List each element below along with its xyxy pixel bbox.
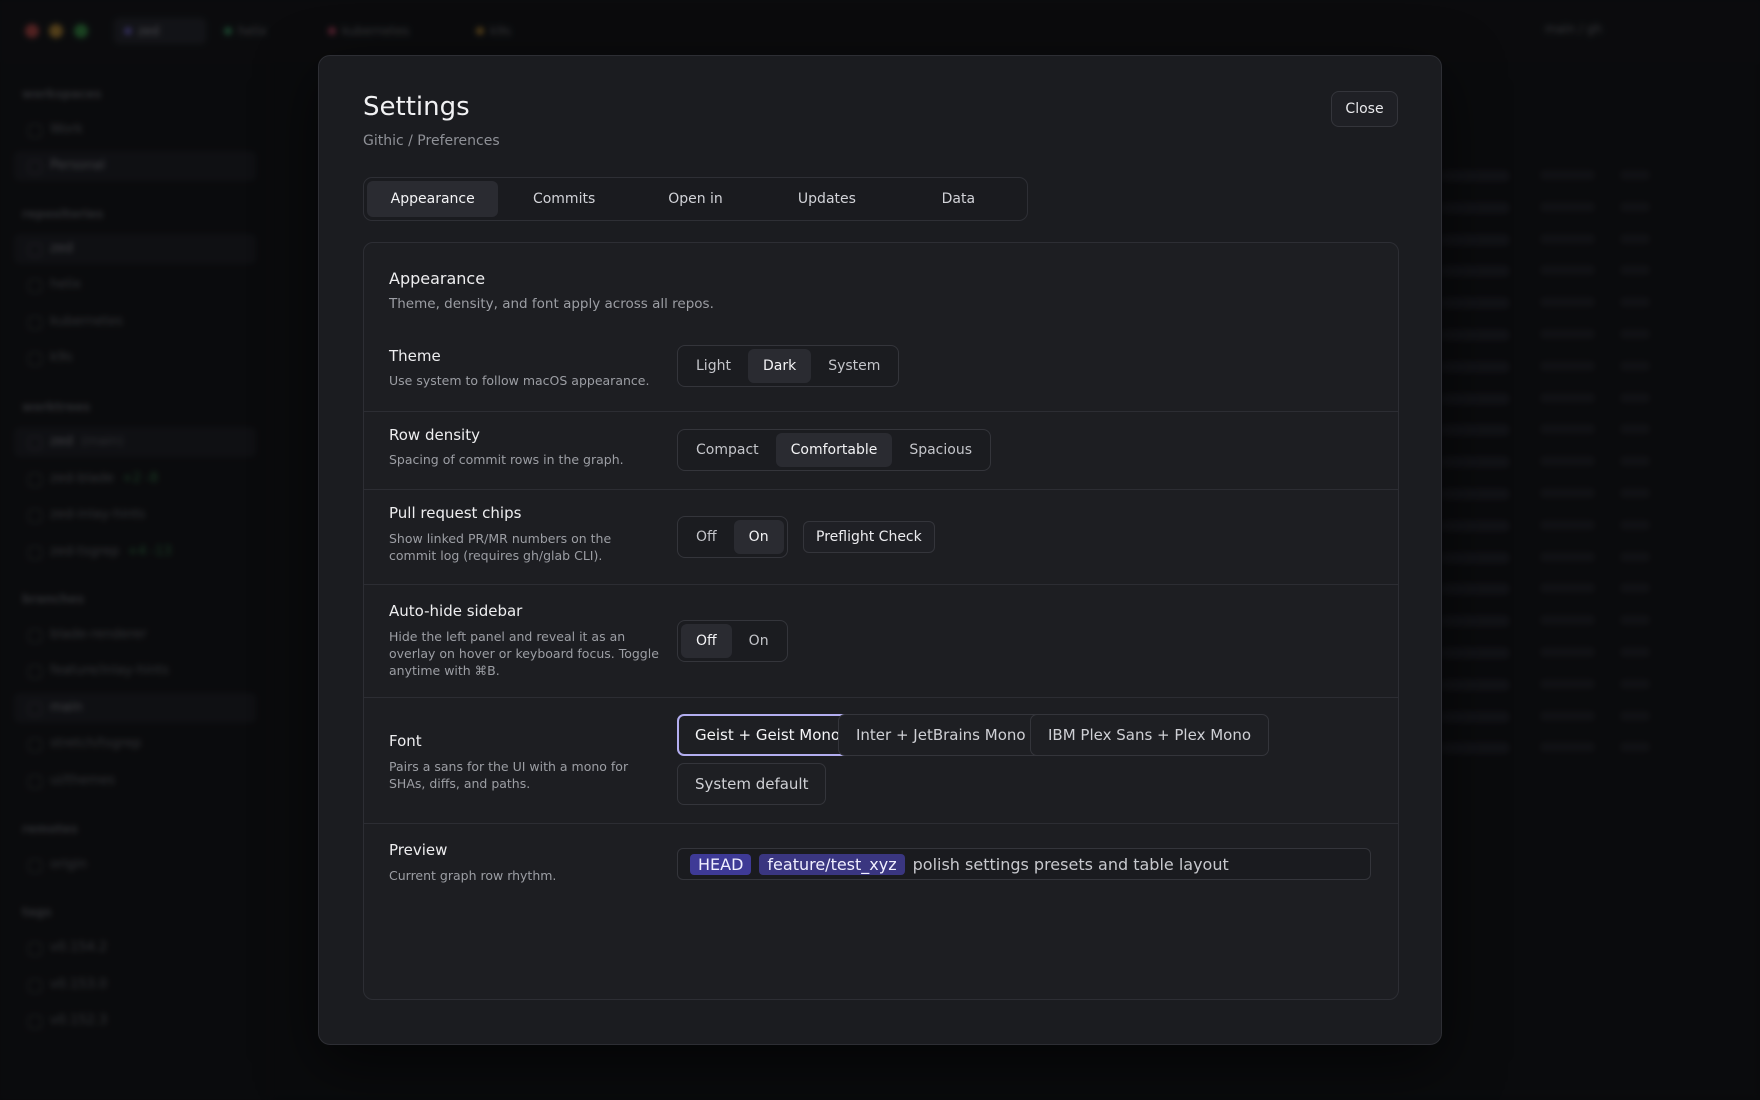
preflight-check-button[interactable]: Preflight Check	[803, 521, 935, 553]
dialog-breadcrumb: Githic / Preferences	[363, 133, 500, 149]
row-density-label: Row density	[389, 426, 480, 444]
pr-chips-option-on[interactable]: On	[733, 520, 784, 554]
autohide-sidebar-row: Auto-hide sidebar Hide the left panel an…	[364, 584, 1398, 697]
font-label: Font	[389, 732, 422, 750]
autohide-option-off[interactable]: Off	[681, 624, 732, 658]
tab-open-in[interactable]: Open in	[630, 181, 761, 217]
graph-row-preview: HEAD feature/test_xyz polish settings pr…	[677, 848, 1371, 880]
pr-chips-row: Pull request chips Show linked PR/MR num…	[364, 489, 1398, 584]
theme-selector: Light Dark System	[677, 345, 900, 387]
section-description: Theme, density, and font apply across al…	[389, 296, 714, 312]
close-button[interactable]: Close	[1331, 91, 1398, 127]
preview-row: Preview Current graph row rhythm. HEAD f…	[364, 823, 1398, 903]
tab-data[interactable]: Data	[893, 181, 1024, 217]
tab-appearance[interactable]: Appearance	[367, 181, 499, 217]
font-option-system-default[interactable]: System default	[677, 763, 827, 805]
branch-ref-badge: feature/test_xyz	[759, 853, 905, 875]
row-density-row: Row density Spacing of commit rows in th…	[364, 411, 1398, 489]
font-description: Pairs a sans for the UI with a mono for …	[389, 759, 629, 791]
autohide-option-on[interactable]: On	[734, 624, 784, 658]
theme-option-light[interactable]: Light	[681, 349, 746, 383]
dialog-title: Settings	[363, 92, 470, 122]
section-title: Appearance	[389, 269, 486, 288]
preview-description: Current graph row rhythm.	[389, 868, 557, 883]
appearance-panel: Appearance Theme, density, and font appl…	[363, 242, 1399, 1000]
density-option-spacious[interactable]: Spacious	[894, 433, 987, 467]
autohide-sidebar-toggle: Off On	[677, 620, 788, 662]
row-density-selector: Compact Comfortable Spacious	[677, 429, 991, 471]
theme-label: Theme	[389, 347, 441, 365]
font-option-geist[interactable]: Geist + Geist Mono	[677, 714, 859, 756]
font-row: Font Pairs a sans for the UI with a mono…	[364, 697, 1398, 823]
pr-chips-description: Show linked PR/MR numbers on the commit …	[389, 531, 612, 563]
pr-chips-option-off[interactable]: Off	[681, 520, 732, 554]
theme-option-system[interactable]: System	[813, 349, 895, 383]
settings-dialog: Settings Githic / Preferences Close Appe…	[318, 55, 1442, 1045]
pr-chips-toggle: Off On	[677, 516, 788, 558]
pr-chips-label: Pull request chips	[389, 504, 522, 522]
head-ref-badge: HEAD	[690, 853, 752, 875]
settings-tabs: Appearance Commits Open in Updates Data	[363, 177, 1028, 221]
row-density-description: Spacing of commit rows in the graph.	[389, 452, 624, 467]
preview-label: Preview	[389, 841, 448, 859]
density-option-compact[interactable]: Compact	[681, 433, 774, 467]
theme-option-dark[interactable]: Dark	[747, 349, 812, 383]
autohide-sidebar-description: Hide the left panel and reveal it as an …	[389, 629, 659, 678]
theme-description: Use system to follow macOS appearance.	[389, 373, 650, 388]
tab-updates[interactable]: Updates	[761, 181, 892, 217]
font-option-ibm-plex[interactable]: IBM Plex Sans + Plex Mono	[1030, 714, 1270, 756]
tab-commits[interactable]: Commits	[498, 181, 629, 217]
density-option-comfortable[interactable]: Comfortable	[775, 433, 893, 467]
commit-message: polish settings presets and table layout	[912, 854, 1229, 874]
autohide-sidebar-label: Auto-hide sidebar	[389, 602, 523, 620]
font-option-inter[interactable]: Inter + JetBrains Mono	[838, 714, 1044, 756]
theme-row: Theme Use system to follow macOS appeara…	[364, 333, 1398, 411]
